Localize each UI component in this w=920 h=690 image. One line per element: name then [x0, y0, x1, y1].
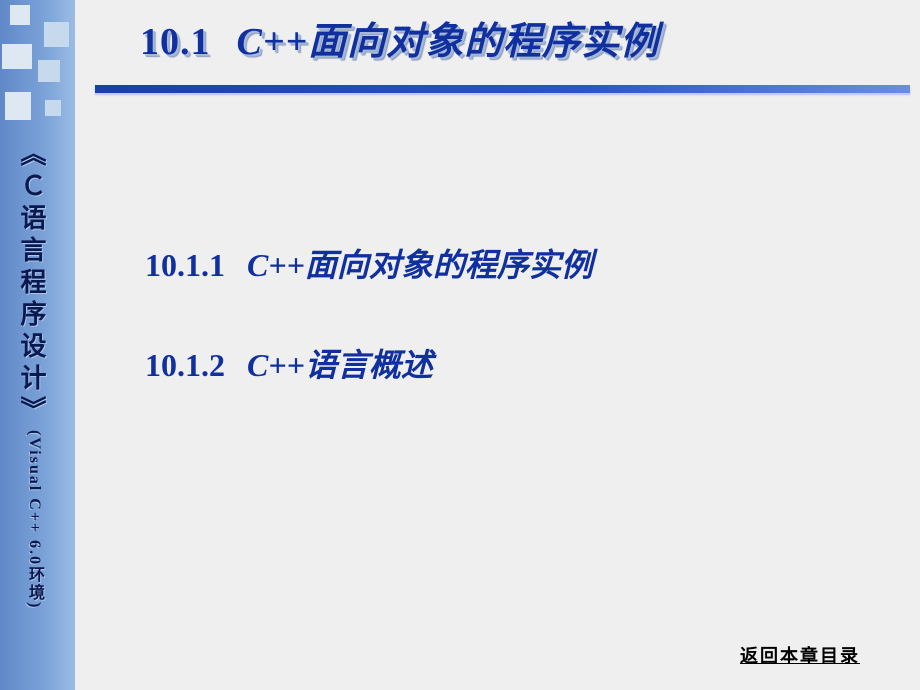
subsection-link-2[interactable]: 10.1.2 C++语言概述 [145, 340, 433, 386]
subsection-title: C++面向对象的程序实例 [247, 247, 593, 283]
sidebar-book-title: 《Ｃ语言程序设计》 [18, 140, 44, 428]
corner-decoration [0, 0, 75, 130]
deco-square [45, 100, 61, 116]
subsection-number: 10.1.2 [145, 347, 225, 383]
slide: 《Ｃ语言程序设计》 (Visual C++ 6.0环境) 10.1 C++面向对象… [0, 0, 920, 690]
deco-square [44, 22, 69, 47]
deco-square [10, 5, 30, 25]
subsection-link-1[interactable]: 10.1.1 C++面向对象的程序实例 [145, 240, 593, 286]
deco-square [38, 60, 60, 82]
title-divider [95, 85, 910, 93]
subsection-title: C++语言概述 [247, 347, 433, 383]
main-content: 10.1 C++面向对象的程序实例 10.1.1 C++面向对象的程序实例 10.1… [75, 0, 920, 690]
return-chapter-link[interactable]: 返回本章目录 [740, 642, 860, 668]
deco-square [2, 44, 32, 69]
subsection-number: 10.1.1 [145, 247, 225, 283]
deco-square [5, 92, 31, 120]
section-heading: 10.1 C++面向对象的程序实例 [140, 10, 659, 65]
sidebar: 《Ｃ语言程序设计》 (Visual C++ 6.0环境) [0, 0, 75, 690]
sidebar-book-title-wrap: 《Ｃ语言程序设计》 [18, 140, 58, 428]
section-title: C++面向对象的程序实例 [237, 21, 660, 63]
section-number: 10.1 [140, 21, 211, 63]
sidebar-subtitle: (Visual C++ 6.0环境) [26, 430, 42, 609]
